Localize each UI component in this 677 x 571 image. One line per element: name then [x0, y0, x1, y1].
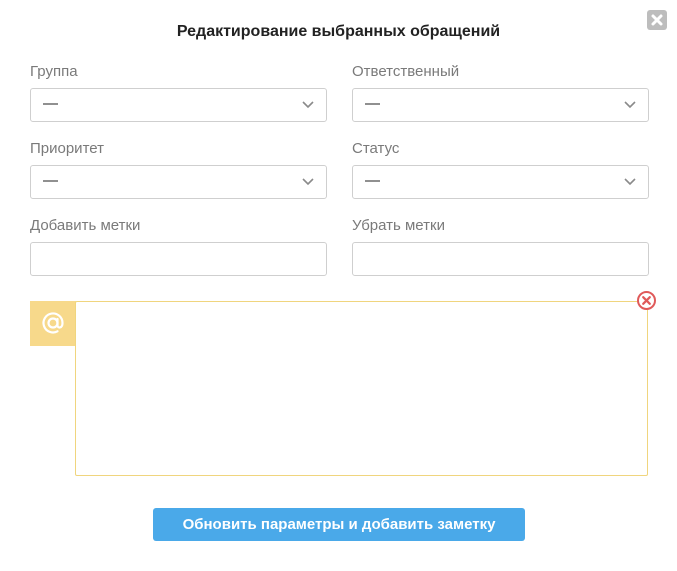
remove-circle-icon: [637, 291, 656, 310]
group-label: Группа: [30, 63, 78, 80]
priority-label: Приоритет: [30, 140, 104, 157]
at-sign-icon: [42, 312, 64, 334]
status-label: Статус: [352, 140, 400, 157]
status-select[interactable]: —: [352, 165, 649, 199]
group-select[interactable]: —: [30, 88, 327, 122]
note-textarea[interactable]: [75, 301, 648, 476]
priority-select[interactable]: —: [30, 165, 327, 199]
chevron-down-icon: [302, 178, 314, 186]
priority-select-value: —: [43, 172, 58, 189]
assignee-label: Ответственный: [352, 63, 460, 80]
status-select-value: —: [365, 172, 380, 189]
assignee-select-value: —: [365, 95, 380, 112]
remove-note-button[interactable]: [636, 290, 657, 311]
update-and-add-note-button[interactable]: Обновить параметры и добавить заметку: [153, 508, 525, 541]
chevron-down-icon: [624, 178, 636, 186]
note-tab: [30, 301, 76, 346]
chevron-down-icon: [624, 101, 636, 109]
chevron-down-icon: [302, 101, 314, 109]
group-select-value: —: [43, 95, 58, 112]
add-tags-label: Добавить метки: [30, 217, 141, 234]
remove-tags-input[interactable]: [352, 242, 649, 276]
assignee-select[interactable]: —: [352, 88, 649, 122]
add-tags-input[interactable]: [30, 242, 327, 276]
edit-requests-dialog: Редактирование выбранных обращений Групп…: [0, 0, 677, 571]
dialog-title: Редактирование выбранных обращений: [176, 23, 501, 40]
remove-tags-label: Убрать метки: [352, 217, 445, 234]
